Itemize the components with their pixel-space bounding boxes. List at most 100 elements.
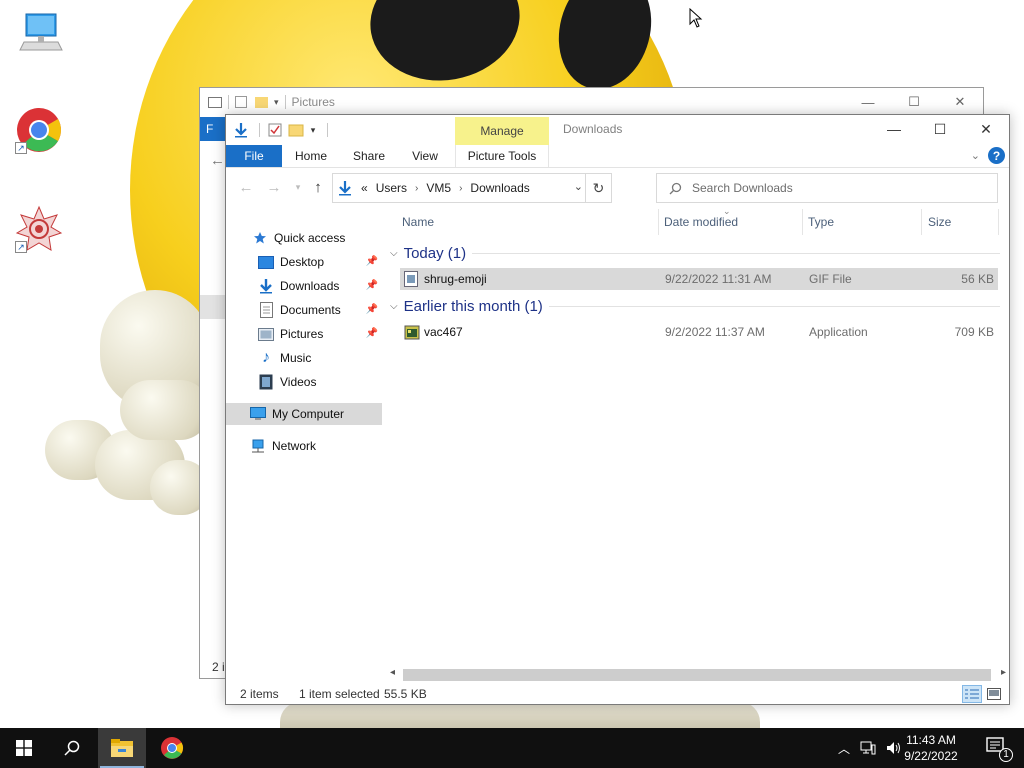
documents-icon (258, 302, 274, 318)
up-button[interactable]: ↑ (308, 177, 328, 197)
pictures-icon (258, 326, 274, 342)
column-header-size[interactable]: Size (928, 207, 951, 237)
window-title: Downloads (563, 122, 623, 136)
file-date: 9/2/2022 11:37 AM (665, 325, 765, 339)
back-file-tab[interactable]: F (200, 117, 226, 141)
taskbar-clock[interactable]: 11:43 AM 9/22/2022 (896, 732, 966, 764)
nav-documents[interactable]: Documents 📌 (226, 299, 382, 321)
tab-home[interactable]: Home (288, 145, 334, 167)
collapse-chevron-icon[interactable]: ⌵ (390, 301, 398, 312)
downloads-explorer-window[interactable]: ▾ Manage Downloads — ☐ ✕ File Home Share… (225, 114, 1010, 705)
nav-network[interactable]: Network (226, 435, 382, 457)
taskbar: ︿ 11:43 AM 9/22/2022 1 (0, 728, 1024, 768)
address-bar[interactable]: « Users › VM5 › Downloads ⌄ ↻ (332, 173, 612, 203)
collapse-chevron-icon[interactable]: ⌵ (390, 248, 398, 259)
tab-picture-tools[interactable]: Picture Tools (455, 145, 549, 167)
nav-downloads[interactable]: Downloads 📌 (226, 275, 382, 297)
search-icon (669, 182, 682, 194)
this-pc-desktop-icon[interactable] (16, 8, 64, 56)
start-button[interactable] (0, 728, 48, 768)
vac-app-desktop-icon[interactable]: ↗ (15, 205, 63, 253)
file-type: Application (809, 325, 868, 339)
window-titlebar[interactable]: ▾ Manage Downloads — ☐ ✕ (226, 115, 1009, 145)
customize-qat-icon[interactable]: ▾ (308, 121, 318, 139)
column-header-name[interactable]: Name (402, 207, 434, 237)
shortcut-arrow-icon: ↗ (15, 241, 27, 253)
forward-button[interactable]: → (264, 177, 284, 197)
nav-pictures[interactable]: Pictures 📌 (226, 323, 382, 345)
expand-ribbon-icon[interactable]: ⌄ (971, 149, 980, 162)
recent-locations-button[interactable]: ▾ (288, 177, 308, 197)
properties-icon[interactable] (266, 121, 284, 139)
breadcrumb-separator-icon[interactable]: › (459, 183, 462, 194)
star-icon (252, 230, 268, 246)
show-hidden-icons-icon[interactable]: ︿ (838, 740, 850, 757)
minimize-button[interactable]: — (871, 115, 917, 143)
breadcrumb-vm5[interactable]: VM5 (426, 181, 451, 195)
maximize-button[interactable]: ☐ (917, 115, 963, 143)
large-icons-view-button[interactable] (984, 685, 1004, 703)
back-nav-selection (200, 295, 226, 319)
file-size: 56 KB (961, 272, 994, 286)
scroll-right-icon[interactable]: ▸ (1001, 667, 1006, 678)
chrome-desktop-icon[interactable]: ↗ (15, 106, 63, 154)
breadcrumb-separator-icon[interactable]: › (415, 183, 418, 194)
pin-icon[interactable]: 📌 (366, 280, 378, 291)
file-name: vac467 (424, 325, 463, 339)
file-row-vac467[interactable]: vac467 9/2/2022 11:37 AM Application 709… (400, 321, 998, 343)
search-button[interactable] (48, 728, 96, 768)
column-header-type[interactable]: Type (808, 207, 834, 237)
clock-time: 11:43 AM (906, 733, 956, 747)
details-view-icon (965, 689, 979, 699)
search-input[interactable]: Search Downloads (656, 173, 998, 203)
pin-icon[interactable]: 📌 (366, 256, 378, 267)
taskbar-chrome[interactable] (148, 728, 196, 768)
new-folder-icon[interactable] (287, 121, 305, 139)
address-dropdown-icon[interactable]: ⌄ (574, 180, 583, 193)
back-arrow-icon[interactable]: ← (210, 152, 225, 169)
group-header-earlier-this-month[interactable]: ⌵ Earlier this month (1) (390, 294, 1000, 318)
nav-quick-access[interactable]: Quick access (226, 227, 382, 249)
address-overflow[interactable]: « (361, 181, 368, 195)
scrollbar-thumb[interactable] (403, 669, 991, 681)
file-row-shrug-emoji[interactable]: shrug-emoji 9/22/2022 11:31 AM GIF File … (400, 268, 998, 290)
pin-icon[interactable]: 📌 (366, 328, 378, 339)
download-arrow-icon (339, 181, 351, 196)
nav-my-computer[interactable]: My Computer (226, 403, 382, 425)
pin-icon[interactable]: 📌 (366, 304, 378, 315)
download-arrow-icon (232, 121, 250, 139)
monitor-icon (250, 406, 266, 422)
breadcrumb-users[interactable]: Users (376, 181, 407, 195)
large-icons-view-icon (987, 688, 1001, 700)
tab-file[interactable]: File (226, 145, 282, 167)
breadcrumb-downloads[interactable]: Downloads (470, 181, 529, 195)
status-item-count: 2 items (240, 687, 279, 701)
action-center-button[interactable]: 1 (986, 736, 1013, 762)
network-icon[interactable] (860, 741, 876, 755)
nav-music[interactable]: ♪ Music (226, 347, 382, 369)
minimize-button[interactable]: — (845, 88, 891, 116)
tab-view[interactable]: View (402, 145, 448, 167)
refresh-button[interactable]: ↻ (585, 174, 611, 202)
close-button[interactable]: ✕ (963, 115, 1009, 143)
group-header-today[interactable]: ⌵ Today (1) (390, 241, 1000, 265)
chrome-icon (161, 737, 183, 759)
details-view-button[interactable] (962, 685, 982, 703)
tab-share[interactable]: Share (346, 145, 392, 167)
search-placeholder: Search Downloads (692, 181, 793, 195)
back-button[interactable]: ← (236, 177, 256, 197)
network-icon (250, 438, 266, 454)
mouse-cursor-icon (689, 8, 703, 28)
manage-tab[interactable]: Manage (455, 117, 549, 145)
horizontal-scrollbar[interactable]: ◂ ▸ (386, 666, 1008, 683)
nav-videos[interactable]: Videos (226, 371, 382, 393)
scroll-left-icon[interactable]: ◂ (390, 667, 395, 678)
navigation-pane: Quick access Desktop 📌 Downloads 📌 Docum… (226, 223, 384, 681)
help-icon[interactable]: ? (988, 147, 1005, 164)
file-size: 709 KB (954, 325, 994, 339)
close-button[interactable]: ✕ (937, 88, 983, 116)
maximize-button[interactable]: ☐ (891, 88, 937, 116)
film-strip-icon (258, 374, 274, 390)
taskbar-file-explorer[interactable] (98, 728, 146, 768)
nav-desktop[interactable]: Desktop 📌 (226, 251, 382, 273)
